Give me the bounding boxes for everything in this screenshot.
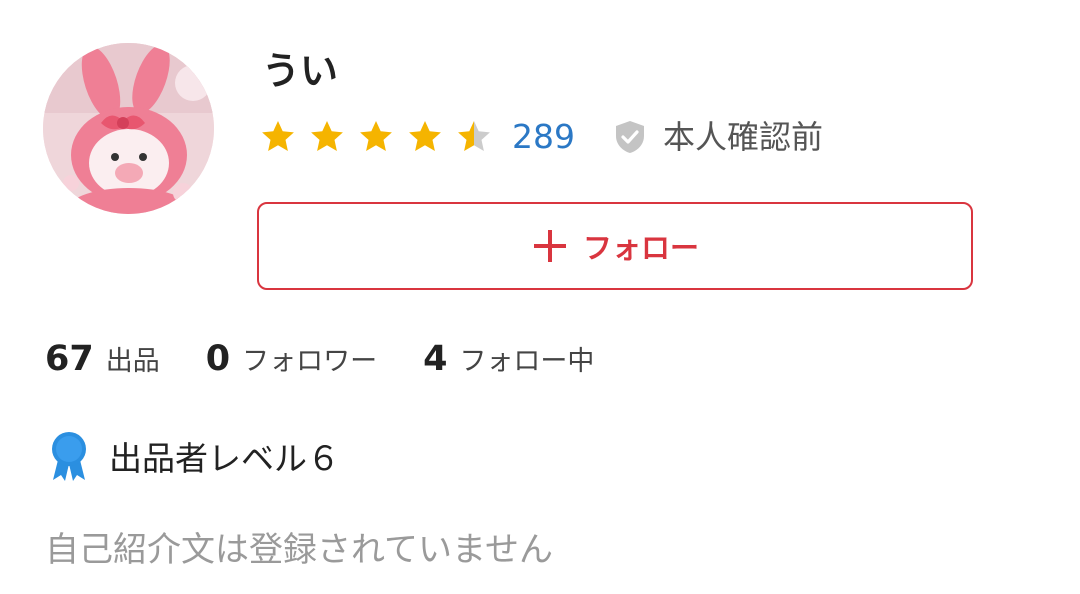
stat-following-value: 4 xyxy=(423,339,448,379)
stat-following[interactable]: 4 フォロー中 xyxy=(423,339,594,379)
star-icon xyxy=(409,121,441,151)
avatar[interactable] xyxy=(43,43,214,214)
stat-listings[interactable]: 67 出品 xyxy=(45,339,160,379)
rating-stars xyxy=(260,119,492,155)
star-icon xyxy=(458,121,490,151)
stat-listings-value: 67 xyxy=(45,339,94,379)
seller-level[interactable]: 出品者レベル６ xyxy=(47,430,340,482)
seller-level-label: 出品者レベル６ xyxy=(109,439,340,478)
verification-status: 本人確認前 xyxy=(613,114,823,160)
user-name: うい xyxy=(262,49,339,93)
stat-followers-value: 0 xyxy=(205,339,231,379)
rating-count-link[interactable]: 289 xyxy=(512,114,575,160)
follow-button[interactable]: フォロー xyxy=(257,202,973,290)
follow-button-label: フォロー xyxy=(582,231,699,265)
bio-text: 自己紹介文は登録されていません xyxy=(45,530,553,570)
star-icon xyxy=(360,121,392,151)
star-icon xyxy=(311,121,343,151)
plus-icon xyxy=(533,230,566,262)
verification-label: 本人確認前 xyxy=(663,118,824,156)
ribbon-badge-icon xyxy=(52,432,86,481)
stat-following-label: フォロー中 xyxy=(459,346,595,377)
star-icon xyxy=(262,121,294,151)
rating-row[interactable]: 289 本人確認前 xyxy=(260,114,823,160)
stat-followers-label: フォロワー xyxy=(242,346,378,377)
stats-row: 67 出品 0 フォロワー 4 フォロー中 xyxy=(45,336,594,382)
stat-listings-label: 出品 xyxy=(105,346,160,377)
shield-check-icon xyxy=(616,121,644,153)
stat-followers[interactable]: 0 フォロワー xyxy=(206,339,377,379)
